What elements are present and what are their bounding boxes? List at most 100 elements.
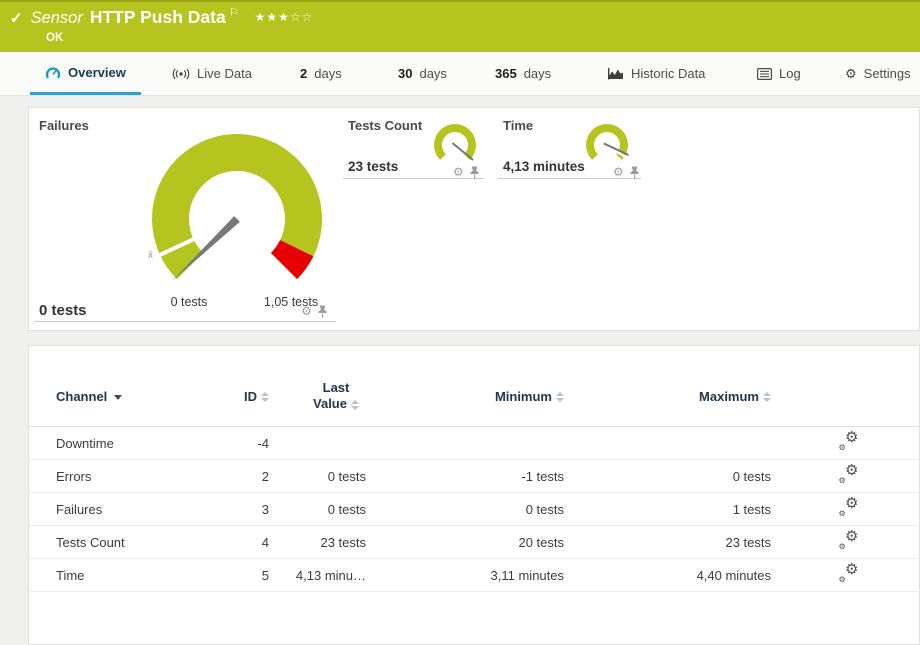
sort-descending-icon xyxy=(114,395,122,400)
sort-icon xyxy=(763,392,771,402)
sort-icon xyxy=(261,392,269,402)
table-row-time[interactable]: Time 5 4,13 minu… 3,11 minutes 4,40 minu… xyxy=(29,559,920,592)
flag-icon[interactable]: ⚐ xyxy=(229,6,239,19)
divider xyxy=(498,178,641,179)
column-header-maximum[interactable]: Maximum xyxy=(569,346,776,427)
tab-live-data[interactable]: Live Data xyxy=(172,52,252,95)
channel-table: Channel ID Last Value Minimum Maximum xyxy=(29,346,920,592)
status-ok-check-icon: ✓ xyxy=(10,9,23,27)
channel-settings-icon[interactable]: ⚙⚙ xyxy=(839,433,859,450)
channel-last-value: 0 tests xyxy=(274,460,371,493)
tab-overview[interactable]: Overview xyxy=(30,52,141,95)
gauge-scale-min: 0 tests xyxy=(149,295,229,309)
channel-name[interactable]: Failures xyxy=(29,493,226,526)
pin-icon[interactable] xyxy=(317,305,328,318)
gauge-tests-count-title: Tests Count xyxy=(348,118,422,133)
channel-last-value: 0 tests xyxy=(274,493,371,526)
failures-gauge: x̄ xyxy=(147,132,327,292)
tab-log[interactable]: Log xyxy=(757,52,801,95)
gear-icon: ⚙ xyxy=(845,66,857,82)
column-header-channel[interactable]: Channel xyxy=(29,346,226,427)
tab-365-days[interactable]: 365 days xyxy=(495,52,551,95)
channel-minimum: 20 tests xyxy=(371,526,569,559)
channel-minimum: 3,11 minutes xyxy=(371,559,569,592)
channel-last-value: 23 tests xyxy=(274,526,371,559)
gauge-settings-icon[interactable]: ⚙ xyxy=(301,304,312,318)
gauge-tests-count-value: 23 tests xyxy=(348,159,398,174)
channel-id: 5 xyxy=(226,559,274,592)
channel-name[interactable]: Downtime xyxy=(29,427,226,460)
column-header-last-value-label: Last Value xyxy=(313,380,349,411)
table-row-downtime[interactable]: Downtime -4 ⚙⚙ xyxy=(29,427,920,460)
tab-historic-data-label: Historic Data xyxy=(631,66,705,81)
column-header-minimum-label: Minimum xyxy=(495,389,552,404)
gauge-settings-icon[interactable]: ⚙ xyxy=(613,165,624,179)
status-badge: OK xyxy=(46,32,63,44)
channel-last-value xyxy=(274,427,371,460)
gauge-tests-count-actions: ⚙ xyxy=(453,165,480,179)
tab-settings[interactable]: ⚙ Settings xyxy=(845,52,911,95)
table-row-failures[interactable]: Failures 3 0 tests 0 tests 1 tests ⚙⚙ xyxy=(29,493,920,526)
table-row-tests-count[interactable]: Tests Count 4 23 tests 20 tests 23 tests… xyxy=(29,526,920,559)
channel-name[interactable]: Time xyxy=(29,559,226,592)
tab-365-days-number: 365 xyxy=(495,66,517,81)
channel-maximum: 4,40 minutes xyxy=(569,559,776,592)
tab-overview-label: Overview xyxy=(68,65,126,80)
tab-live-data-label: Live Data xyxy=(197,66,252,81)
tab-log-label: Log xyxy=(779,66,801,81)
time-gauge xyxy=(583,124,631,170)
stars-empty[interactable]: ☆☆ xyxy=(290,10,314,24)
gauge-settings-icon[interactable]: ⚙ xyxy=(453,165,464,179)
channel-settings-icon[interactable]: ⚙⚙ xyxy=(839,499,859,516)
gauge-failures-title: Failures xyxy=(39,118,89,133)
sensor-title: HTTP Push Data xyxy=(90,7,226,28)
channel-id: 3 xyxy=(226,493,274,526)
priority-stars[interactable]: ★★★☆☆ xyxy=(255,10,314,24)
tab-bar: Overview Live Data 2 days 30 days 365 da… xyxy=(0,52,920,96)
tab-30-days[interactable]: 30 days xyxy=(398,52,447,95)
column-header-id[interactable]: ID xyxy=(226,346,274,427)
pin-icon[interactable] xyxy=(629,166,640,179)
gauge-time-actions: ⚙ xyxy=(613,165,640,179)
channel-maximum xyxy=(569,427,776,460)
tab-2-days-label: days xyxy=(314,66,341,81)
gauges-panel: Failures x̄ 0 tests 1,05 tests 0 tests ⚙… xyxy=(28,107,920,331)
table-row-errors[interactable]: Errors 2 0 tests -1 tests 0 tests ⚙⚙ xyxy=(29,460,920,493)
pin-icon[interactable] xyxy=(469,166,480,179)
channel-maximum: 23 tests xyxy=(569,526,776,559)
channel-id: -4 xyxy=(226,427,274,460)
channel-maximum: 1 tests xyxy=(569,493,776,526)
channel-id: 2 xyxy=(226,460,274,493)
channel-name[interactable]: Tests Count xyxy=(29,526,226,559)
channel-name[interactable]: Errors xyxy=(29,460,226,493)
divider xyxy=(34,321,336,322)
gauge-icon xyxy=(45,65,61,79)
tab-settings-label: Settings xyxy=(864,66,911,81)
channel-table-panel: Channel ID Last Value Minimum Maximum xyxy=(28,345,920,645)
channel-maximum: 0 tests xyxy=(569,460,776,493)
broadcast-icon xyxy=(172,68,190,80)
area-chart-icon xyxy=(608,67,624,80)
sensor-header: ✓ Sensor HTTP Push Data ⚐ ★★★☆☆ OK xyxy=(0,0,920,52)
column-header-maximum-label: Maximum xyxy=(699,389,759,404)
column-header-channel-label: Channel xyxy=(56,389,107,404)
sort-icon xyxy=(556,392,564,402)
gauge-time-title: Time xyxy=(503,118,533,133)
channel-last-value: 4,13 minu… xyxy=(274,559,371,592)
tab-30-days-label: days xyxy=(419,66,446,81)
channel-settings-icon[interactable]: ⚙⚙ xyxy=(839,565,859,582)
divider xyxy=(343,178,484,179)
object-kind-label: Sensor xyxy=(31,9,83,28)
gauge-failures-value: 0 tests xyxy=(39,302,87,319)
channel-minimum xyxy=(371,427,569,460)
channel-settings-icon[interactable]: ⚙⚙ xyxy=(839,466,859,483)
tab-30-days-number: 30 xyxy=(398,66,412,81)
stars-filled[interactable]: ★★★ xyxy=(255,10,290,24)
column-header-minimum[interactable]: Minimum xyxy=(371,346,569,427)
tab-2-days[interactable]: 2 days xyxy=(300,52,342,95)
channel-settings-icon[interactable]: ⚙⚙ xyxy=(839,532,859,549)
sort-icon xyxy=(351,400,359,410)
tab-2-days-number: 2 xyxy=(300,66,307,81)
tab-historic-data[interactable]: Historic Data xyxy=(608,52,705,95)
column-header-last-value[interactable]: Last Value xyxy=(274,346,371,427)
